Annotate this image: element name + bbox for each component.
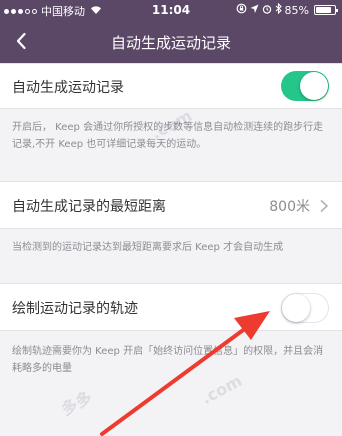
min-distance-value: 800米 [269,199,310,215]
navigation-bar: 自动生成运动记录 [0,20,342,63]
watermark: 多多 [58,387,96,420]
setting-label-auto-generate: 自动生成运动记录 [12,80,124,96]
toggle-knob [300,72,328,100]
status-icons: 85% [236,2,338,17]
location-icon [250,4,259,17]
bluetooth-icon [275,2,282,17]
battery-level [316,7,332,13]
battery-icon [314,5,338,15]
status-bar: 中国移动 11:04 85% [0,0,342,20]
orientation-lock-icon [236,3,247,17]
setting-label-draw-track: 绘制运动记录的轨迹 [12,301,138,317]
setting-row-draw-track: 绘制运动记录的轨迹 [0,283,342,331]
alarm-icon [262,4,272,17]
battery-percentage: 85% [284,3,309,17]
setting-row-min-distance[interactable]: 自动生成记录的最短距离 800米 [0,181,342,229]
chevron-right-icon [318,198,330,213]
draw-track-description: 绘制轨迹需要你为 Keep 开启「始终访问位置信息」的权限，并且会消耗略多的电量 [12,346,324,374]
setting-row-auto-generate: 自动生成运动记录 [0,63,342,109]
page-title: 自动生成运动记录 [110,34,231,52]
toggle-knob [282,294,310,322]
setting-label-min-distance: 自动生成记录的最短距离 [12,199,166,215]
min-distance-description: 当检测到的运动记录达到最短距离要求后 Keep 才会自动生成 [12,242,284,253]
draw-track-toggle[interactable] [281,293,329,323]
auto-generate-toggle[interactable] [281,71,329,101]
